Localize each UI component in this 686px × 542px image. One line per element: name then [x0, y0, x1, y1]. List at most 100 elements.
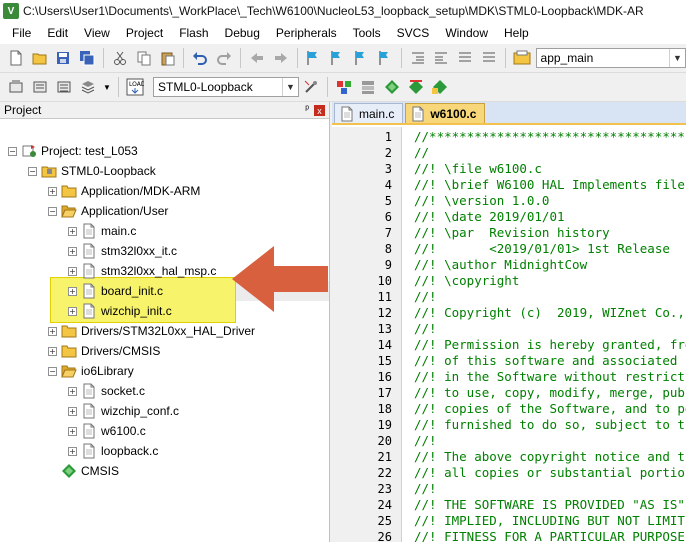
tree-item[interactable]: + stm32l0xx_hal_msp.c: [68, 261, 216, 281]
tree-item[interactable]: + wizchip_conf.c: [68, 401, 179, 421]
chevron-down-icon[interactable]: ▼: [102, 77, 112, 97]
batch-build-icon[interactable]: [78, 77, 98, 97]
copy-icon[interactable]: [134, 48, 154, 68]
tree-item[interactable]: + board_init.c: [68, 281, 163, 301]
translate-icon[interactable]: [6, 77, 26, 97]
menu-peripherals[interactable]: Peripherals: [268, 22, 345, 44]
expand-icon[interactable]: +: [68, 386, 77, 396]
run-time-env-icon[interactable]: [430, 77, 450, 97]
menu-project[interactable]: Project: [118, 22, 171, 44]
tree-item[interactable]: CMSIS: [48, 461, 119, 481]
expand-icon[interactable]: +: [48, 186, 57, 196]
save-icon[interactable]: [54, 48, 74, 68]
line-number: 22: [377, 466, 392, 480]
redo-icon[interactable]: [214, 48, 234, 68]
expand-icon[interactable]: +: [48, 326, 57, 336]
select-packs-icon[interactable]: [406, 77, 426, 97]
menu-file[interactable]: File: [4, 22, 39, 44]
next-bookmark-icon[interactable]: [351, 48, 371, 68]
save-all-icon[interactable]: [77, 48, 97, 68]
back-arrow-icon[interactable]: [247, 48, 267, 68]
forward-arrow-icon[interactable]: [271, 48, 291, 68]
menu-edit[interactable]: Edit: [39, 22, 76, 44]
prev-bookmark-icon[interactable]: [327, 48, 347, 68]
tree-item[interactable]: + loopback.c: [68, 441, 158, 461]
expand-icon[interactable]: +: [48, 346, 57, 356]
collapse-icon[interactable]: −: [48, 366, 57, 376]
tree-item-label: wizchip_init.c: [101, 304, 172, 318]
expand-icon[interactable]: +: [68, 246, 77, 256]
project-panel-header: Project ᵖ x: [0, 102, 329, 119]
expand-icon[interactable]: +: [68, 286, 77, 296]
comment-icon[interactable]: [455, 48, 475, 68]
tree-item[interactable]: + stm32l0xx_it.c: [68, 241, 177, 261]
new-file-icon[interactable]: [6, 48, 26, 68]
tree-item-label: Application/User: [81, 204, 169, 218]
chevron-down-icon[interactable]: ▼: [282, 78, 298, 96]
target-combo[interactable]: STML0-Loopback ▼: [153, 77, 299, 97]
menu-window[interactable]: Window: [437, 22, 496, 44]
menu-help[interactable]: Help: [496, 22, 537, 44]
toolbar-separator: [183, 48, 185, 68]
cmsis-icon: [61, 463, 77, 479]
code-line: 1 //*************************************…: [332, 129, 686, 145]
paste-icon[interactable]: [158, 48, 178, 68]
tree-item[interactable]: + Application/MDK-ARM: [48, 181, 200, 201]
line-number: 5: [384, 194, 392, 208]
tree-item[interactable]: + wizchip_init.c: [68, 301, 172, 321]
open-folder-icon[interactable]: [30, 48, 50, 68]
menu-flash[interactable]: Flash: [171, 22, 216, 44]
tab-w6100-c[interactable]: w6100.c: [405, 103, 486, 123]
chevron-down-icon[interactable]: ▼: [668, 49, 685, 67]
manage-components-icon[interactable]: [334, 77, 354, 97]
tree-item[interactable]: − io6Library: [48, 361, 134, 381]
bookmark-flag-icon[interactable]: [304, 48, 324, 68]
expand-icon[interactable]: +: [68, 426, 77, 436]
line-number: 25: [377, 514, 392, 528]
collapse-icon[interactable]: −: [28, 166, 37, 176]
function-combo[interactable]: app_main ▼: [535, 48, 686, 68]
tree-item[interactable]: + socket.c: [68, 381, 145, 401]
menu-tools[interactable]: Tools: [345, 22, 389, 44]
build-icon[interactable]: [30, 77, 50, 97]
tree-item[interactable]: + Drivers/STM32L0xx_HAL_Driver: [48, 321, 255, 341]
unindent-icon[interactable]: [431, 48, 451, 68]
target-options-icon[interactable]: [301, 77, 321, 97]
tab-main-c[interactable]: main.c: [334, 103, 404, 123]
collapse-icon[interactable]: −: [48, 206, 57, 216]
expand-icon[interactable]: +: [68, 406, 77, 416]
code-text: //! Permission is hereby granted, free: [414, 337, 686, 352]
code-area[interactable]: 1 //*************************************…: [332, 127, 686, 542]
tree-item[interactable]: − Application/User: [48, 201, 168, 221]
tree-item[interactable]: + Drivers/CMSIS: [48, 341, 160, 361]
rebuild-icon[interactable]: [54, 77, 74, 97]
tree-item[interactable]: − STML0-Loopback: [28, 161, 156, 181]
menu-debug[interactable]: Debug: [217, 22, 268, 44]
tree-item[interactable]: + w6100.c: [68, 421, 146, 441]
cut-icon[interactable]: [110, 48, 130, 68]
expand-icon[interactable]: +: [68, 306, 77, 316]
indent-icon[interactable]: [408, 48, 428, 68]
uncomment-icon[interactable]: [479, 48, 499, 68]
collapse-icon[interactable]: −: [8, 146, 17, 156]
line-number: 2: [384, 146, 392, 160]
tree-item[interactable]: − Project: test_L053: [8, 141, 138, 161]
pack-installer-icon[interactable]: [382, 77, 402, 97]
download-load-icon[interactable]: LOAD: [125, 77, 145, 97]
close-icon[interactable]: x: [314, 105, 325, 116]
code-line: 15 //! of this software and associated: [332, 353, 686, 369]
expand-icon[interactable]: +: [68, 226, 77, 236]
menu-view[interactable]: View: [76, 22, 118, 44]
tree-item[interactable]: + main.c: [68, 221, 136, 241]
folder-icon: [61, 343, 77, 359]
expand-icon[interactable]: +: [68, 266, 77, 276]
menu-svcs[interactable]: SVCS: [389, 22, 438, 44]
pin-icon[interactable]: ᵖ: [305, 104, 309, 115]
find-in-files-icon[interactable]: [512, 48, 532, 68]
clear-bookmarks-icon[interactable]: [375, 48, 395, 68]
file-icon: [339, 106, 355, 122]
expand-icon[interactable]: +: [68, 446, 77, 456]
file-extensions-icon[interactable]: [358, 77, 378, 97]
target-folder-icon: [41, 163, 57, 179]
undo-icon[interactable]: [190, 48, 210, 68]
